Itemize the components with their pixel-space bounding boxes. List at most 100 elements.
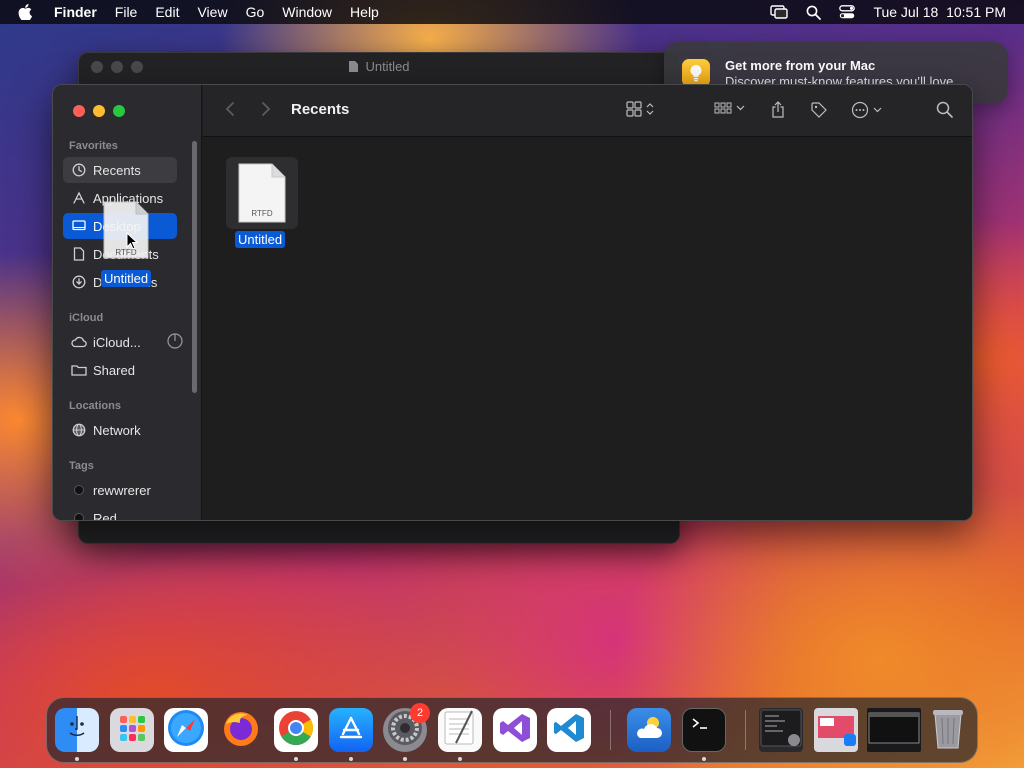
background-window-title: Untitled [79, 59, 679, 74]
screen-mirroring-icon[interactable] [770, 5, 789, 19]
share-icon [772, 101, 784, 118]
close-button[interactable] [73, 105, 85, 117]
apple-menu-icon[interactable] [18, 4, 40, 20]
dock-firefox[interactable] [219, 708, 263, 752]
action-menu-button[interactable] [851, 101, 882, 119]
applications-icon [71, 190, 87, 206]
group-by-button[interactable] [714, 101, 745, 115]
forward-button[interactable] [261, 101, 271, 117]
menu-finder[interactable]: Finder [54, 4, 97, 20]
dock-finder[interactable] [55, 708, 99, 752]
sidebar-item-label: Recents [93, 162, 141, 178]
finder-icon [62, 713, 92, 748]
tag-button[interactable] [810, 101, 828, 119]
finder-sidebar: Favorites Recents Applications Desktop D… [53, 85, 202, 520]
sidebar-scrollbar[interactable] [192, 141, 197, 393]
finder-content-area[interactable]: RTFD Untitled [203, 137, 972, 520]
spotlight-search-icon[interactable] [806, 5, 822, 20]
dock-separator [745, 710, 746, 750]
finder-toolbar: Recents [203, 85, 972, 137]
trash-icon [931, 706, 965, 755]
search-icon [936, 101, 953, 118]
running-indicator [403, 757, 407, 761]
menu-view[interactable]: View [197, 4, 227, 20]
launchpad-icon [117, 713, 147, 748]
tag-icon [811, 102, 827, 118]
sidebar-item-tag-red[interactable]: Red [63, 505, 177, 520]
sidebar-heading-tags: Tags [69, 460, 94, 472]
dock-trash[interactable] [926, 708, 970, 752]
sidebar-heading-locations: Locations [69, 400, 121, 412]
zoom-button[interactable] [113, 105, 125, 117]
sidebar-item-shared[interactable]: Shared [63, 357, 177, 383]
dock-safari[interactable] [164, 708, 208, 752]
download-icon [71, 274, 87, 290]
vscode-icon [552, 711, 586, 750]
document-icon [71, 246, 87, 262]
sidebar-item-label: Network [93, 422, 141, 438]
file-name-label[interactable]: Untitled [235, 231, 286, 248]
visual-studio-icon [498, 711, 532, 750]
running-indicator [294, 757, 298, 761]
background-window-title-text: Untitled [365, 59, 410, 74]
dock-weather[interactable] [627, 708, 671, 752]
dock-chrome[interactable] [274, 708, 318, 752]
ellipsis-circle-icon [851, 101, 869, 119]
globe-icon [71, 422, 87, 438]
window-thumbnail-icon [868, 710, 920, 751]
finder-window[interactable]: Favorites Recents Applications Desktop D… [52, 84, 973, 521]
shared-folder-icon [71, 362, 87, 378]
notification-title: Get more from your Mac [725, 57, 876, 73]
running-indicator [702, 757, 706, 761]
dock-textedit[interactable] [438, 708, 482, 752]
dock-separator [610, 710, 611, 750]
running-indicator [349, 757, 353, 761]
sidebar-item-label: iCloud... [93, 334, 141, 350]
dock-visual-studio[interactable] [493, 708, 537, 752]
document-icon [349, 61, 359, 72]
search-button[interactable] [936, 101, 953, 118]
menu-window[interactable]: Window [282, 4, 332, 20]
chevron-updown-icon [646, 103, 654, 115]
firefox-icon [221, 708, 261, 753]
sidebar-item-tag-rewwrerer[interactable]: rewwrerer [63, 477, 177, 503]
cloud-icon [71, 334, 87, 350]
menu-file[interactable]: File [115, 4, 138, 20]
terminal-icon [689, 715, 719, 746]
menubar-clock[interactable]: Tue Jul 18 10:51 PM [873, 4, 1006, 20]
sidebar-item-recents[interactable]: Recents [63, 157, 177, 183]
share-button[interactable] [771, 101, 785, 118]
chevron-left-icon [225, 102, 234, 116]
menu-edit[interactable]: Edit [155, 4, 179, 20]
notification-badge: 2 [410, 703, 430, 723]
window-controls [73, 105, 125, 117]
dock-vscode[interactable] [547, 708, 591, 752]
dock-minimized-window-2[interactable] [814, 708, 858, 752]
sidebar-item-icloud-drive[interactable]: iCloud... [63, 329, 183, 355]
back-button[interactable] [225, 101, 235, 117]
clock-icon [71, 162, 87, 178]
menu-go[interactable]: Go [246, 4, 265, 20]
file-item-untitled[interactable]: RTFD [226, 157, 298, 229]
dock-app-store[interactable] [329, 708, 373, 752]
dock-launchpad[interactable] [110, 708, 154, 752]
control-center-icon[interactable] [839, 5, 856, 19]
app-store-icon [336, 713, 366, 748]
dock-minimized-window-3[interactable] [867, 708, 921, 752]
textedit-icon [442, 709, 478, 752]
chevron-right-icon [262, 102, 271, 116]
sidebar-item-network[interactable]: Network [63, 417, 177, 443]
drag-ghost-name: Untitled [101, 270, 152, 287]
dock-minimized-window-1[interactable] [759, 708, 803, 752]
chevron-down-icon [736, 105, 745, 111]
chevron-down-icon [873, 107, 882, 113]
tag-color-dot [74, 485, 84, 495]
minimize-button[interactable] [93, 105, 105, 117]
running-indicator [458, 757, 462, 761]
window-thumbnail-icon [814, 706, 858, 755]
running-indicator [75, 757, 79, 761]
menu-help[interactable]: Help [350, 4, 379, 20]
mouse-pointer-icon [126, 232, 138, 250]
view-mode-button[interactable] [626, 101, 654, 117]
dock-terminal[interactable] [682, 708, 726, 752]
